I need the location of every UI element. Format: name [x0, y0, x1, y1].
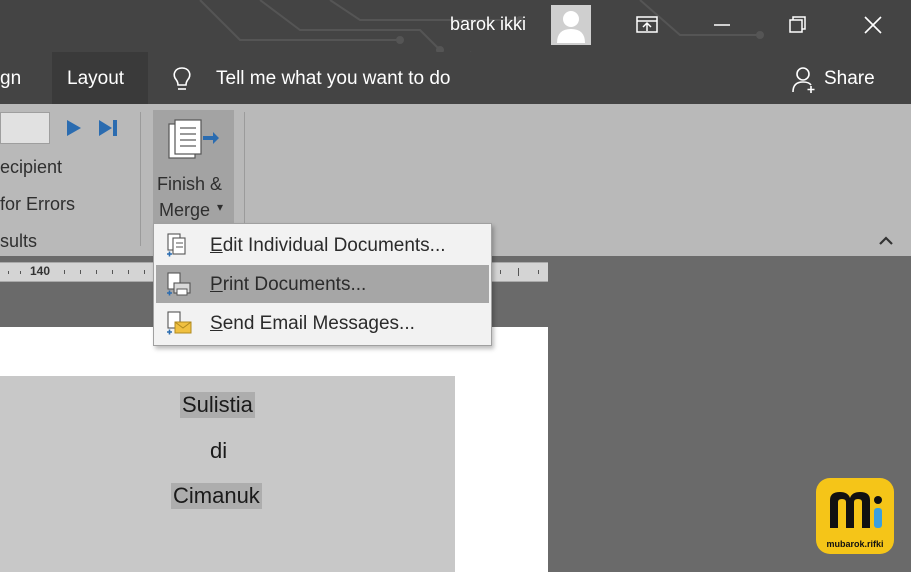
- menu-item-edit-individual-documents[interactable]: Edit Individual Documents...: [156, 226, 489, 264]
- share-button[interactable]: Share: [824, 68, 875, 90]
- close-button[interactable]: [853, 8, 893, 42]
- next-record-icon[interactable]: [64, 118, 84, 138]
- finish-merge-icon: [168, 119, 219, 159]
- ruler-label: 140: [30, 264, 51, 278]
- edit-documents-icon: [167, 233, 186, 257]
- send-email-icon: [167, 311, 192, 335]
- collapse-ribbon-icon[interactable]: [878, 235, 894, 247]
- menu-item-send-email-messages[interactable]: Send Email Messages...: [156, 304, 489, 342]
- restore-icon: [789, 16, 806, 33]
- tab-layout[interactable]: Layout: [67, 68, 124, 90]
- check-for-errors-partial[interactable]: for Errors: [0, 194, 75, 215]
- menu-item-label: Send Email Messages...: [210, 313, 415, 334]
- minimize-icon: [714, 24, 730, 26]
- tell-me-search[interactable]: Tell me what you want to do: [216, 68, 450, 90]
- finish-merge-label-line1: Finish &: [157, 174, 223, 194]
- tab-design-partial[interactable]: gn: [0, 68, 21, 90]
- menu-item-label: Print Documents...: [210, 274, 367, 295]
- ribbon-display-options-button[interactable]: [627, 8, 667, 42]
- merge-field-name[interactable]: Sulistia: [180, 392, 255, 418]
- close-icon: [864, 16, 882, 34]
- document-text-di[interactable]: di: [208, 438, 229, 464]
- watermark-text: mubarok.rifki: [826, 539, 884, 549]
- find-recipient-partial[interactable]: ecipient: [0, 157, 62, 178]
- ribbon-display-icon: [636, 16, 658, 33]
- minimize-button[interactable]: [702, 8, 742, 42]
- share-person-icon: [792, 67, 815, 93]
- title-bar: barok ikki: [0, 0, 911, 52]
- finish-and-merge-button[interactable]: Finish & Merge ▾: [153, 110, 234, 224]
- logo-m-icon: [830, 492, 882, 528]
- group-separator: [140, 112, 141, 246]
- record-number-input[interactable]: [0, 112, 50, 144]
- preview-results-group-label: sults: [0, 231, 38, 251]
- user-avatar[interactable]: [551, 5, 591, 45]
- finish-merge-label-line2: Merge: [159, 200, 211, 220]
- last-record-icon[interactable]: [97, 118, 121, 138]
- person-icon: [557, 11, 585, 43]
- user-name[interactable]: barok ikki: [450, 14, 526, 35]
- print-documents-icon: [167, 272, 191, 296]
- finish-merge-dropdown: Edit Individual Documents... Print Docum…: [153, 223, 492, 346]
- menu-item-label: Edit Individual Documents...: [210, 235, 446, 256]
- merge-field-city[interactable]: Cimanuk: [171, 483, 262, 509]
- chevron-down-icon: ▾: [217, 200, 224, 214]
- lightbulb-icon: [173, 67, 191, 90]
- restore-button[interactable]: [777, 8, 817, 42]
- menu-item-print-documents[interactable]: Print Documents...: [156, 265, 489, 303]
